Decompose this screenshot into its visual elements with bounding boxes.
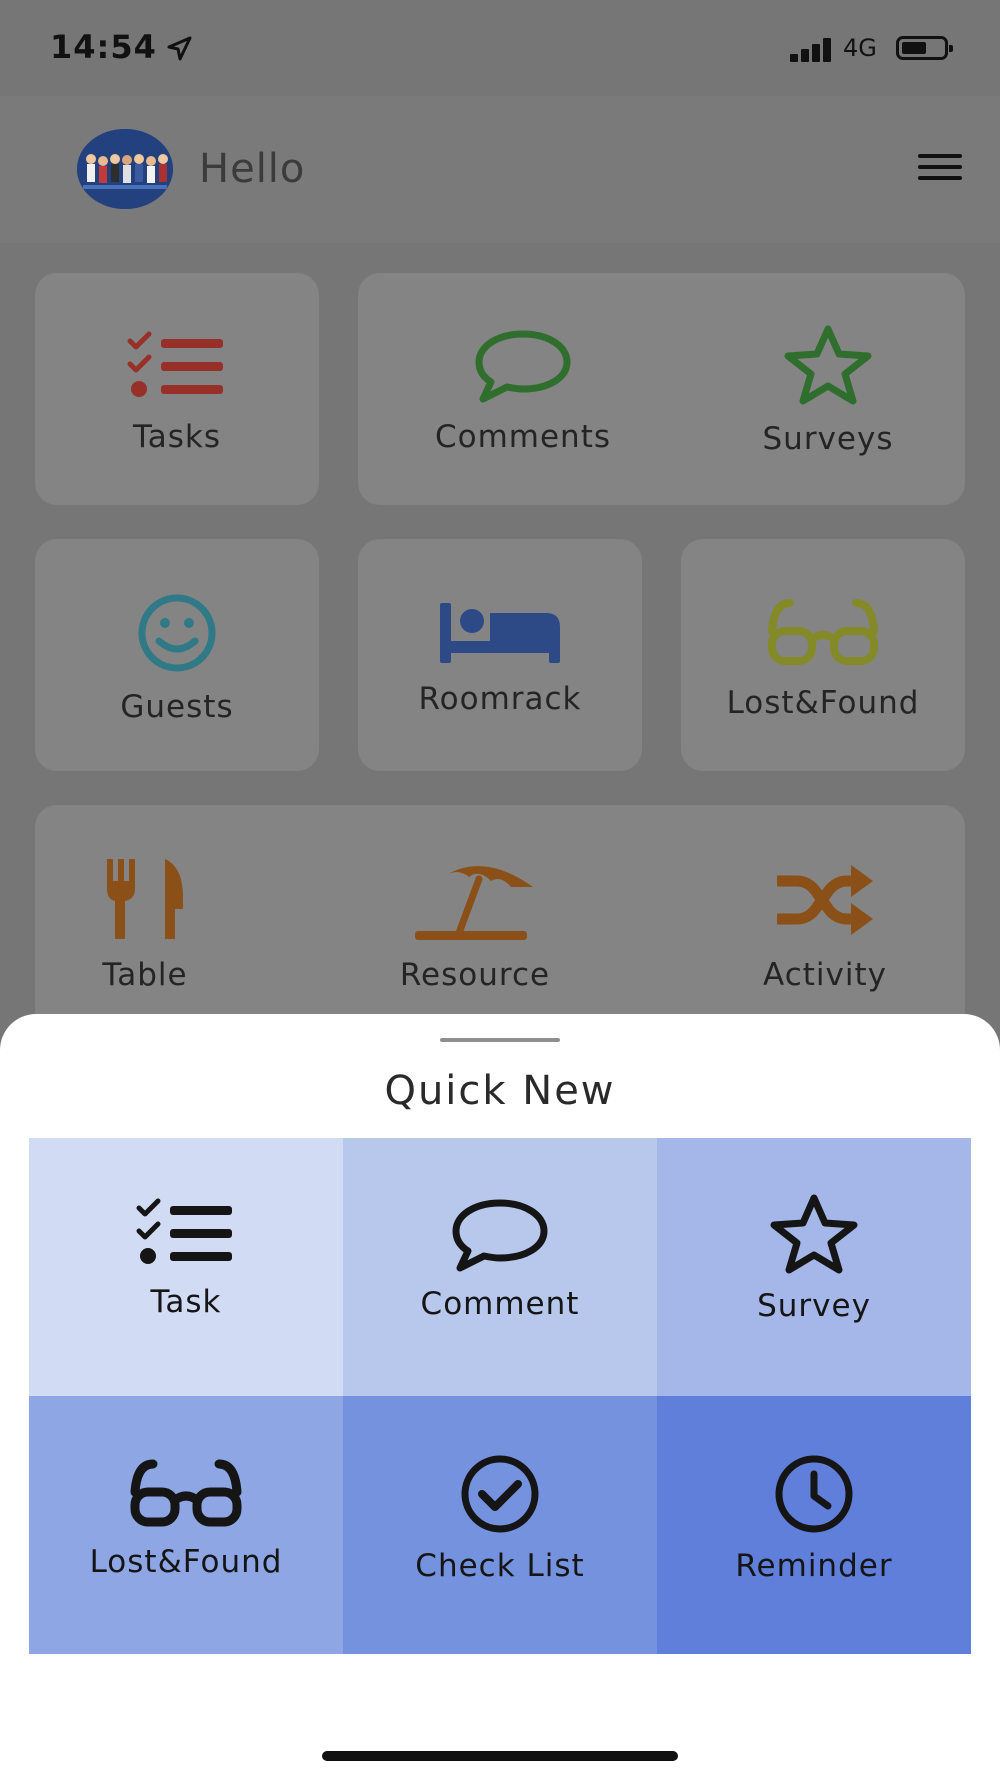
tile-resource[interactable]: Resource [355,857,595,993]
tile-guests[interactable]: Guests [35,539,319,771]
network-label: 4G [843,34,877,62]
tile-table-label: Table [102,957,188,993]
team-illustration-icon [77,129,173,209]
star-icon [770,1194,858,1274]
quick-task-label: Task [150,1284,222,1320]
quick-task-button[interactable]: Task [29,1138,343,1396]
shuffle-icon [777,865,873,935]
check-circle-icon [461,1455,539,1533]
tile-table-resource-activity: Table Resource Activity [35,805,965,1037]
bed-icon [440,603,560,663]
star-icon [784,325,872,405]
status-bar: 14:54 4G [0,0,1000,96]
tile-guests-label: Guests [120,689,234,725]
beach-umbrella-icon [415,866,533,940]
fork-knife-icon [107,859,183,939]
tile-lost-found-label: Lost&Found [726,685,920,721]
hamburger-menu-icon[interactable] [918,154,964,184]
quick-check-list-button[interactable]: Check List [343,1396,657,1654]
quick-lost-found-button[interactable]: Lost&Found [29,1396,343,1654]
task-list-icon [136,1198,232,1264]
tile-lost-found[interactable]: Lost&Found [681,539,965,771]
tile-resource-label: Resource [399,957,551,993]
tile-roomrack[interactable]: Roomrack [358,539,642,771]
tile-tasks-label: Tasks [132,419,222,455]
quick-lost-found-label: Lost&Found [89,1544,283,1580]
battery-icon [896,36,953,60]
quick-comment-label: Comment [420,1286,580,1322]
app-header: Hello [0,96,1000,243]
tile-tasks[interactable]: Tasks [35,273,319,505]
status-time: 14:54 [50,28,157,66]
quick-comment-button[interactable]: Comment [343,1138,657,1396]
glasses-icon [768,599,878,665]
sheet-title: Quick New [384,1068,616,1114]
avatar[interactable] [77,129,173,209]
tile-comments[interactable]: Comments [398,329,648,455]
quick-new-grid: Task Comment Survey Lost&Found Check Lis… [29,1138,971,1654]
signal-icon [790,38,834,62]
tile-surveys[interactable]: Surveys [718,325,938,457]
glasses-icon [130,1459,242,1527]
comment-bubble-icon [475,330,571,403]
quick-survey-label: Survey [757,1288,871,1324]
greeting-text: Hello [199,146,306,192]
smiley-face-icon [138,594,216,672]
quick-reminder-button[interactable]: Reminder [657,1396,971,1654]
home-indicator [322,1751,678,1761]
comment-bubble-icon [452,1199,548,1272]
tile-comments-surveys: Comments Surveys [358,273,965,505]
tile-comments-label: Comments [434,419,612,455]
sheet-grabber[interactable] [440,1038,560,1042]
task-list-icon [127,331,223,397]
clock-icon [775,1455,853,1533]
tile-activity-label: Activity [763,957,887,993]
quick-reminder-label: Reminder [735,1548,893,1584]
quick-new-sheet: Quick New Task Comment Survey Lost&Found… [0,1014,1000,1778]
tile-surveys-label: Surveys [762,421,894,457]
quick-check-list-label: Check List [415,1548,585,1584]
tile-table[interactable]: Table [55,857,235,993]
location-arrow-icon [167,36,192,61]
tile-activity[interactable]: Activity [715,857,935,993]
quick-survey-button[interactable]: Survey [657,1138,971,1396]
tile-roomrack-label: Roomrack [418,681,582,717]
